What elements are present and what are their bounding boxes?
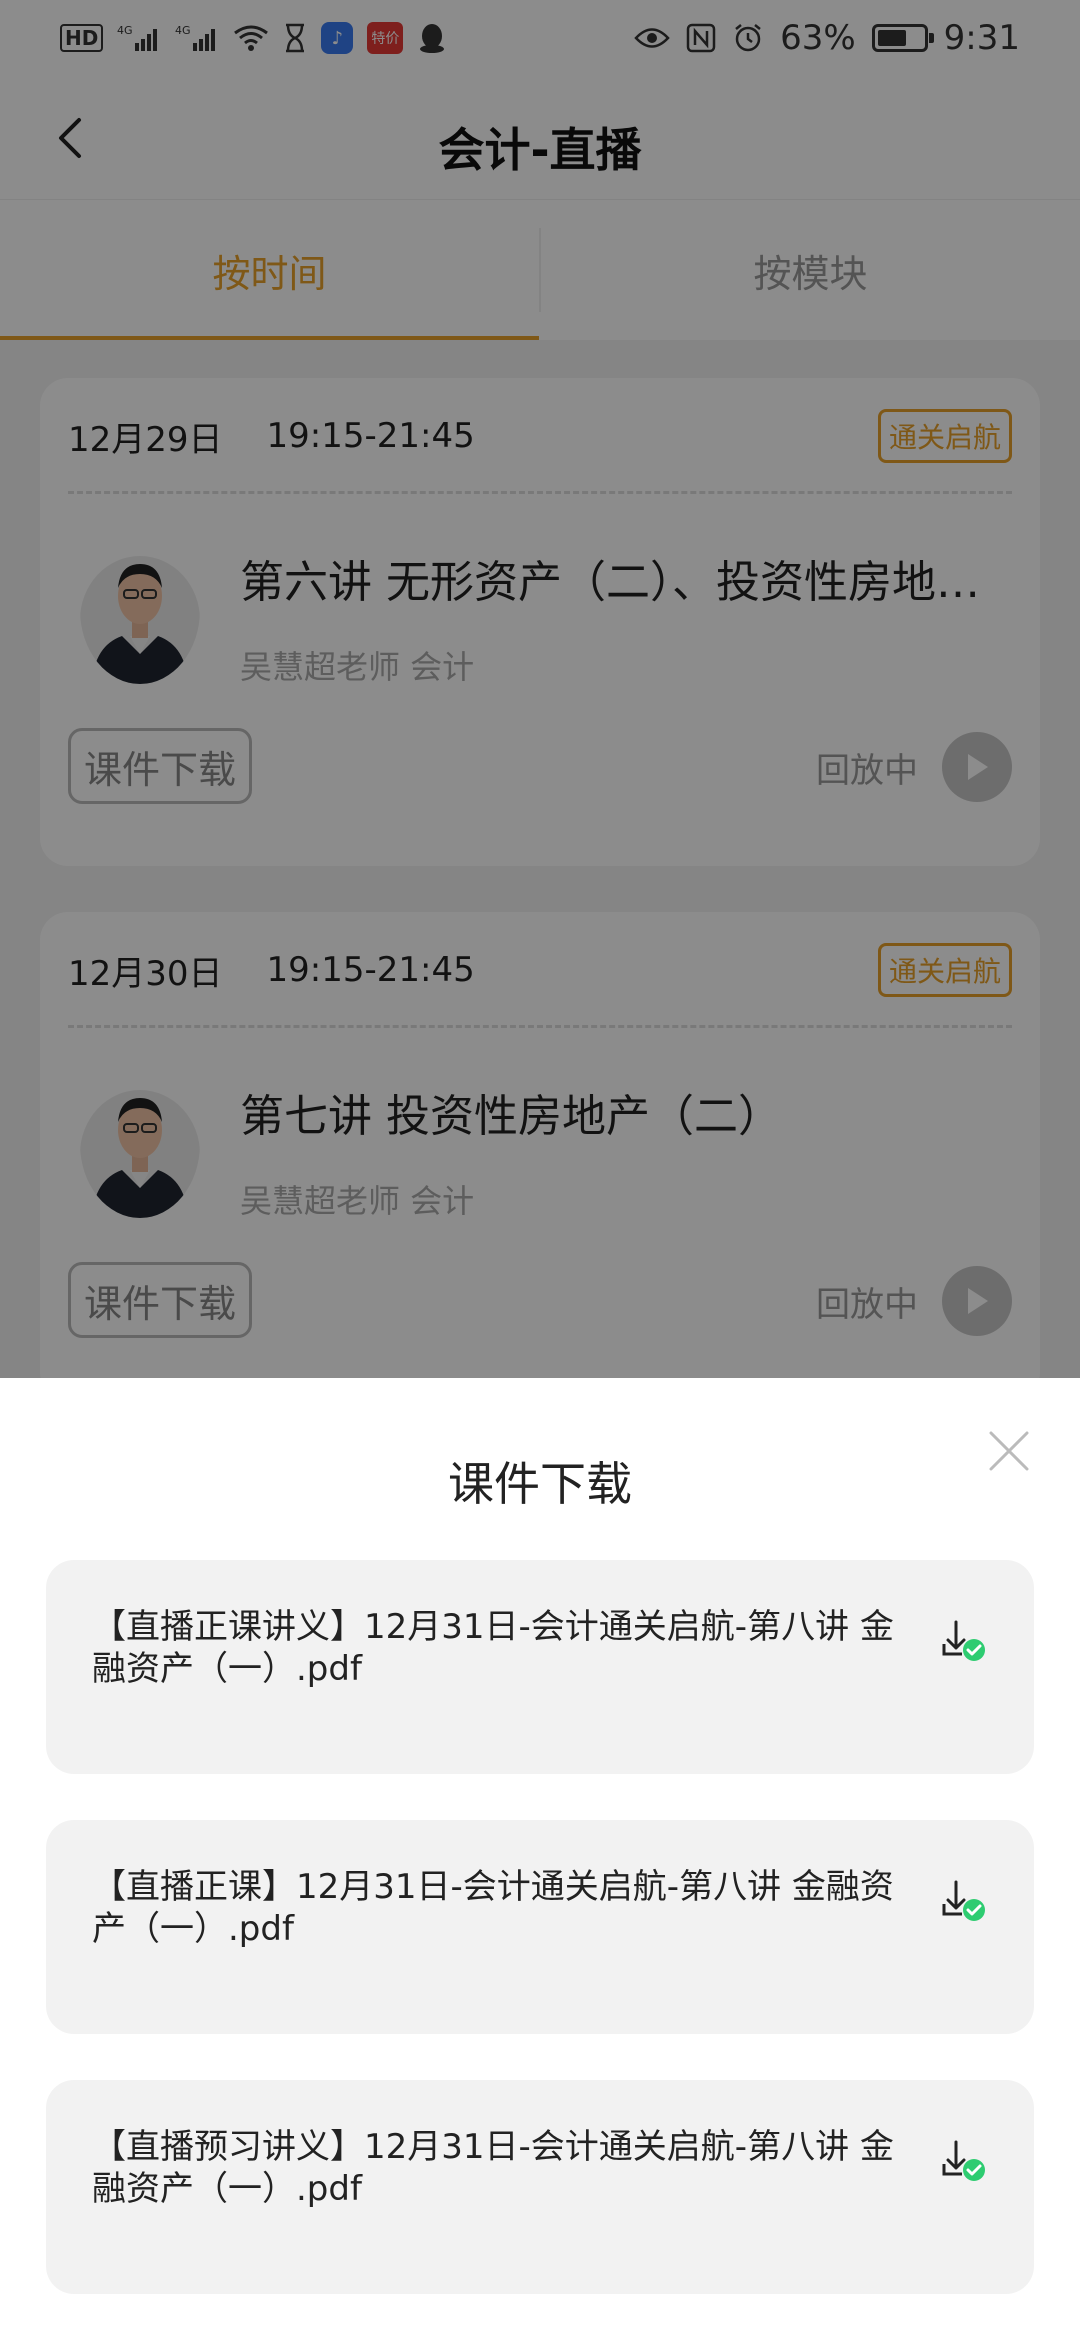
file-name: 【直播预习讲义】12月31日-会计通关启航-第八讲 金融资产（一）.pdf [92,2127,894,2209]
file-item[interactable]: 【直播预习讲义】12月31日-会计通关启航-第八讲 金融资产（一）.pdf [46,2080,1034,2294]
close-icon [989,1431,1029,1471]
modal-overlay[interactable] [0,0,1080,1378]
downloaded-icon[interactable] [940,1878,990,1928]
downloaded-icon[interactable] [940,2138,990,2188]
app-screen: HD 4G 4G ♪ 特价 63% 9:31 会计-直播 按时间 按模块 12月… [0,0,1080,2340]
sheet-title: 课件下载 [448,1457,632,1511]
file-name: 【直播正课】12月31日-会计通关启航-第八讲 金融资产（一）.pdf [92,1867,894,1949]
download-sheet: 课件下载 【直播正课讲义】12月31日-会计通关启航-第八讲 金融资产（一）.p… [0,1378,1080,2340]
file-item[interactable]: 【直播正课讲义】12月31日-会计通关启航-第八讲 金融资产（一）.pdf [46,1560,1034,1774]
downloaded-icon[interactable] [940,1618,990,1668]
file-item[interactable]: 【直播正课】12月31日-会计通关启航-第八讲 金融资产（一）.pdf [46,1820,1034,2034]
close-button[interactable] [974,1416,1044,1486]
file-name: 【直播正课讲义】12月31日-会计通关启航-第八讲 金融资产（一）.pdf [92,1607,894,1689]
